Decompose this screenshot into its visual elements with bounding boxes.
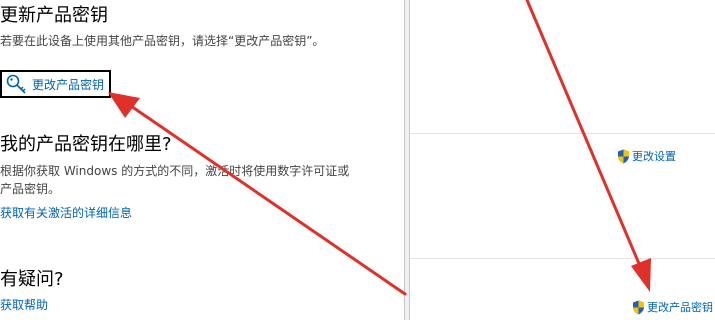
change-settings-link[interactable]: 更改设置: [617, 148, 676, 164]
activation-info-link[interactable]: 获取有关激活的详细信息: [0, 205, 132, 221]
change-product-key-link-label: 更改产品密钥: [647, 301, 713, 314]
divider-line: [410, 133, 715, 134]
update-key-title: 更新产品密钥: [0, 5, 108, 26]
divider-line: [410, 258, 715, 259]
activation-settings-pane: 更新产品密钥 若要在此设备上使用其他产品密钥，请选择“更改产品密钥”。 更改产品…: [0, 0, 404, 320]
change-product-key-label: 更改产品密钥: [32, 77, 105, 92]
where-key-description-line1: 根据你获取 Windows 的方式的不同，激活时将使用数字许可证或: [0, 164, 350, 178]
change-settings-label: 更改设置: [632, 150, 676, 163]
change-product-key-button[interactable]: 更改产品密钥: [0, 70, 111, 98]
where-key-description-line2: 产品密钥。: [0, 182, 61, 196]
system-properties-pane: 更改设置 更改产品密钥: [410, 0, 715, 320]
where-key-title: 我的产品密钥在哪里?: [0, 134, 172, 155]
get-help-link[interactable]: 获取帮助: [0, 297, 48, 313]
uac-shield-icon: [633, 300, 644, 314]
questions-title: 有疑问?: [0, 269, 64, 290]
update-key-description: 若要在此设备上使用其他产品密钥，请选择“更改产品密钥”。: [0, 34, 325, 48]
uac-shield-icon: [618, 149, 629, 163]
change-product-key-link[interactable]: 更改产品密钥: [632, 299, 713, 315]
key-icon: [6, 74, 26, 94]
